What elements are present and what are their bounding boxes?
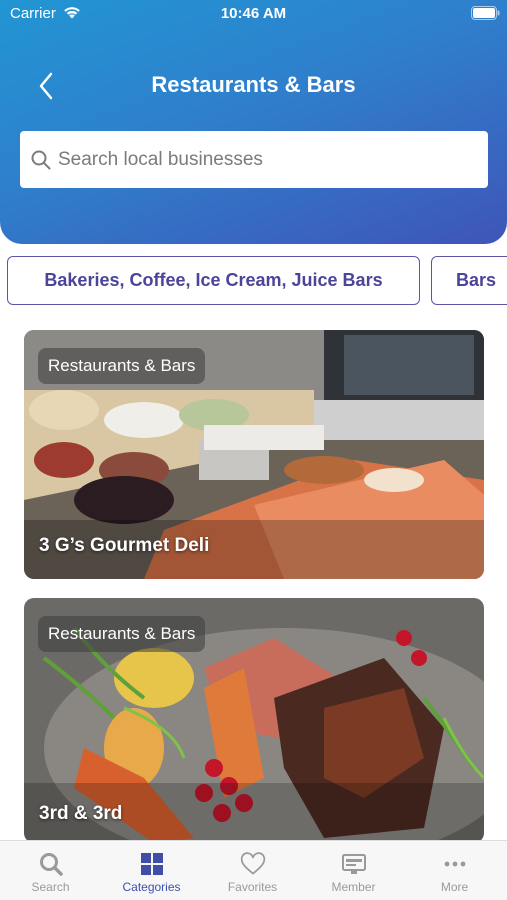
member-card-icon <box>341 854 366 874</box>
tab-favorites[interactable]: Favorites <box>202 841 303 900</box>
tab-bar: Search Categories Favorites Member More <box>0 840 507 900</box>
search-icon <box>39 853 63 876</box>
chip-label: Bars <box>456 270 497 290</box>
category-badge: Restaurants & Bars <box>38 348 206 384</box>
tab-more[interactable]: More <box>404 841 505 900</box>
tab-member[interactable]: Member <box>303 841 404 900</box>
tab-label: Search <box>31 880 70 894</box>
header: Carrier 10:46 AM Restaurants & Bars <box>0 0 507 244</box>
grid-icon <box>140 853 163 875</box>
listing-name: 3rd & 3rd <box>39 803 123 824</box>
tab-search[interactable]: Search <box>0 841 101 900</box>
status-bar: Carrier 10:46 AM <box>0 0 507 30</box>
category-badge: Restaurants & Bars <box>38 616 206 652</box>
search-input[interactable] <box>58 131 488 188</box>
chip-bakeries-coffee[interactable]: Bakeries, Coffee, Ice Cream, Juice Bars <box>7 256 420 305</box>
search-icon <box>31 150 51 169</box>
tab-label: Member <box>331 880 376 894</box>
heart-icon <box>240 852 265 875</box>
tab-label: More <box>440 880 469 894</box>
category-chips: Bakeries, Coffee, Ice Cream, Juice Bars … <box>0 256 507 306</box>
listing-card[interactable]: Restaurants & Bars 3 G’s Gourmet Deli <box>24 330 484 579</box>
clock: 10:46 AM <box>220 5 287 22</box>
page-title: Restaurants & Bars <box>151 72 356 97</box>
tab-label: Categories <box>122 880 181 894</box>
listing-card[interactable]: Restaurants & Bars 3rd & 3rd <box>24 598 484 843</box>
tab-categories[interactable]: Categories <box>101 841 202 900</box>
battery-icon <box>471 6 500 20</box>
chip-label: Bakeries, Coffee, Ice Cream, Juice Bars <box>44 270 383 290</box>
search-bar[interactable] <box>20 131 488 188</box>
listing-name: 3 G’s Gourmet Deli <box>39 535 210 556</box>
tab-label: Favorites <box>227 880 278 894</box>
chip-bars[interactable]: Bars <box>431 256 507 305</box>
more-icon <box>444 861 465 867</box>
